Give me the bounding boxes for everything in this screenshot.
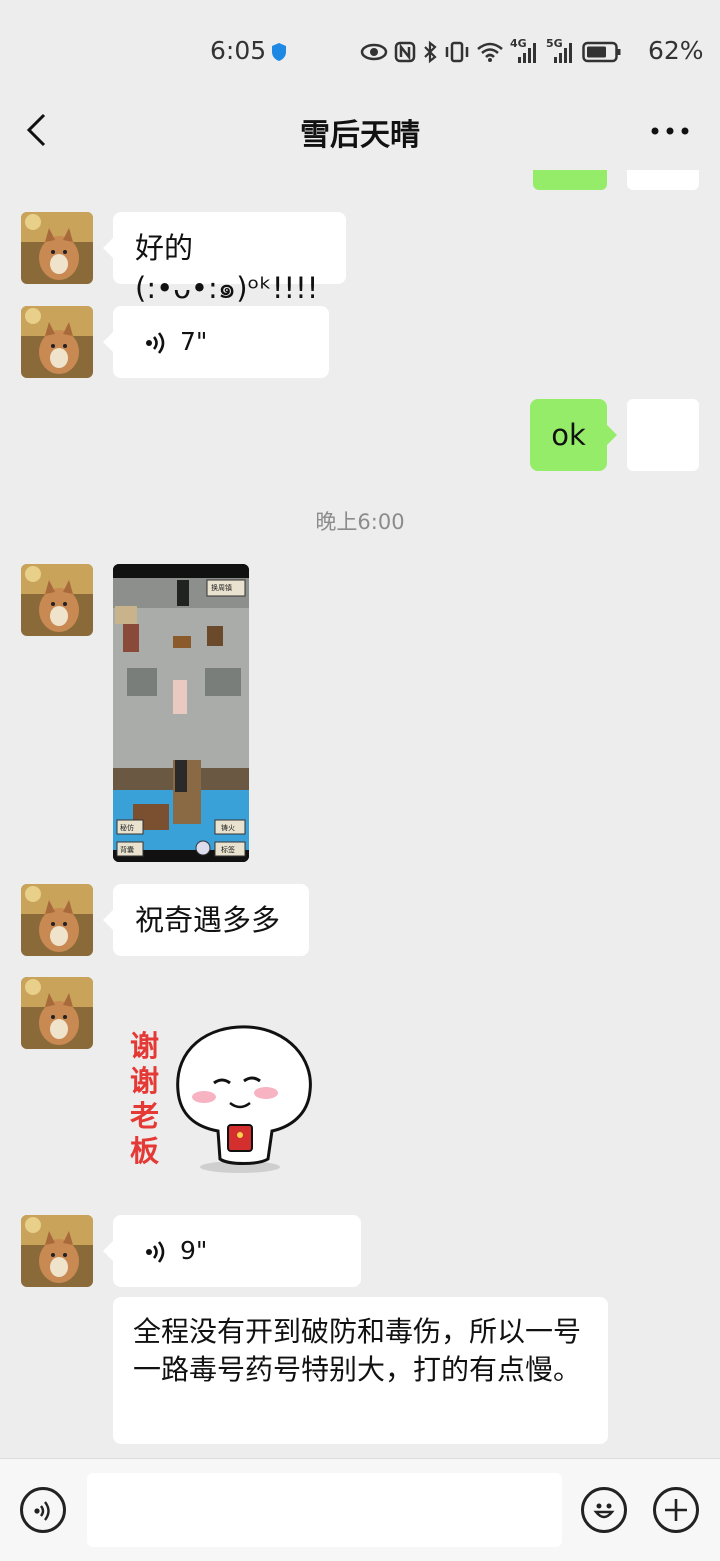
sticker-message[interactable]: 谢谢老板 (120, 1015, 320, 1175)
voice-duration: 7" (180, 327, 208, 356)
game-button-label: 标签 (221, 846, 235, 854)
vibrate-icon (445, 41, 469, 63)
status-time: 6:05 (210, 36, 267, 65)
message-text: 全程没有开到破防和毒伤，所以一号一路毒号药号特别大，打的有点慢。 (133, 1315, 582, 1386)
battery-icon (582, 41, 621, 63)
avatar[interactable] (21, 564, 93, 636)
more-functions-button[interactable] (653, 1487, 699, 1533)
message-bubble[interactable]: 祝奇遇多多 (103, 884, 309, 956)
nfc-icon (394, 41, 416, 63)
voice-wave-icon (146, 332, 165, 354)
battery-percent: 62% (648, 36, 704, 65)
game-button-label: 换周镇 (211, 584, 232, 592)
chat-header: 雪后天晴 (0, 90, 720, 170)
game-button-label: 背囊 (120, 846, 134, 854)
message-bubble[interactable]: 全程没有开到破防和毒伤，所以一号一路毒号药号特别大，打的有点慢。 (113, 1297, 608, 1444)
status-icons: 4G 5G (360, 37, 622, 66)
game-button-label: 铸火 (221, 824, 235, 832)
message-text: ok (551, 418, 586, 452)
avatar[interactable] (21, 212, 93, 284)
voice-message-bubble[interactable]: 7" (103, 306, 329, 378)
partial-sent-bubble[interactable] (533, 170, 607, 190)
eye-icon (360, 43, 388, 61)
message-text: 好的(:•ᴗ•:๑)ᵒᵏ!!!! (135, 231, 319, 305)
chat-title: 雪后天晴 (300, 118, 420, 153)
partial-self-avatar[interactable] (627, 170, 699, 190)
message-bubble[interactable]: 好的(:•ᴗ•:๑)ᵒᵏ!!!! (103, 212, 346, 305)
image-message[interactable]: 换周镇 秘仿 背囊 铸火 标签 (113, 564, 249, 862)
avatar[interactable] (21, 306, 93, 378)
voice-message-bubble[interactable]: 9" (103, 1215, 361, 1287)
timestamp: 晚上6:00 (315, 510, 405, 534)
avatar[interactable] (21, 884, 93, 956)
shield-icon (272, 43, 286, 61)
sticker-text: 谢谢老板 (130, 1029, 160, 1168)
voice-wave-icon (146, 1241, 165, 1263)
voice-duration: 9" (180, 1236, 208, 1265)
wifi-icon (477, 42, 503, 62)
more-options-icon[interactable] (650, 126, 690, 136)
message-input[interactable] (87, 1473, 562, 1547)
signal-5g-icon: 5G (546, 37, 576, 65)
plus-icon (665, 1499, 687, 1521)
message-text: 祝奇遇多多 (135, 903, 281, 937)
self-avatar[interactable] (627, 399, 699, 471)
signal-4g-icon: 4G (510, 37, 540, 65)
status-bar: 6:05 4G 5G 62% (0, 0, 720, 100)
sticker-character-icon (176, 1025, 312, 1173)
avatar[interactable] (21, 1215, 93, 1287)
emoji-button[interactable] (581, 1487, 627, 1533)
game-screenshot-image (113, 564, 249, 862)
input-bar (0, 1458, 720, 1561)
avatar[interactable] (21, 977, 93, 1049)
sent-message-bubble[interactable]: ok (530, 399, 617, 471)
smiley-icon (593, 1503, 615, 1519)
voice-input-button[interactable] (20, 1487, 66, 1533)
voice-icon (34, 1501, 50, 1521)
bluetooth-icon (424, 40, 437, 64)
game-button-label: 秘仿 (120, 824, 134, 832)
